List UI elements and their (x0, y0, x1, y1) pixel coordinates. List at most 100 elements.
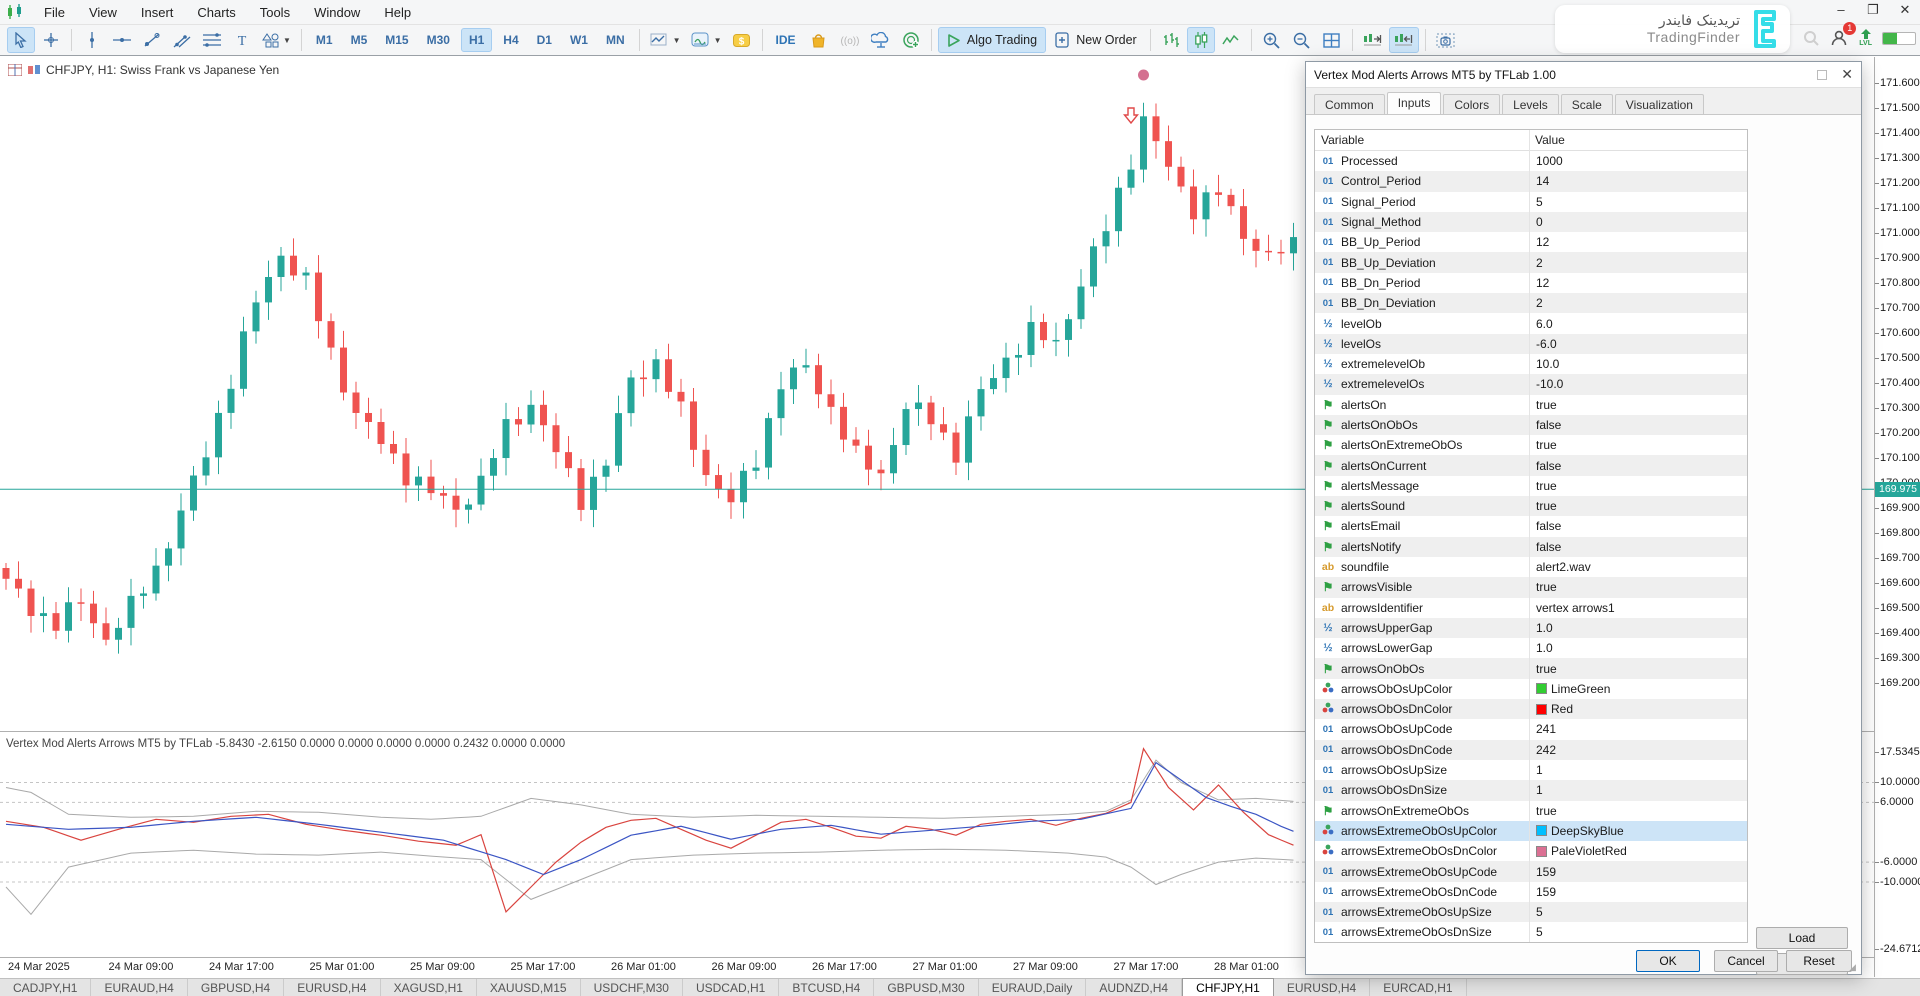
tab-inputs[interactable]: Inputs (1387, 92, 1442, 115)
bar-chart-button[interactable] (1157, 27, 1185, 53)
zoom-out-button[interactable] (1288, 27, 1316, 53)
param-row-Signal_Period[interactable]: 01Signal_Period5 (1315, 192, 1747, 212)
param-row-arrowsObOsUpSize[interactable]: 01arrowsObOsUpSize1 (1315, 760, 1747, 780)
column-header-variable[interactable]: Variable (1315, 130, 1529, 150)
param-row-levelOs[interactable]: ½levelOs-6.0 (1315, 334, 1747, 354)
param-value-cell[interactable]: 12 (1529, 235, 1747, 249)
param-row-arrowsUpperGap[interactable]: ½arrowsUpperGap1.0 (1315, 618, 1747, 638)
param-row-arrowsObOsDnSize[interactable]: 01arrowsObOsDnSize1 (1315, 780, 1747, 800)
param-row-arrowsExtremeObOsUpCode[interactable]: 01arrowsExtremeObOsUpCode159 (1315, 861, 1747, 881)
minimize-button[interactable]: – (1832, 2, 1850, 18)
symbol-tab-xauusd[interactable]: XAUUSD,M15 (477, 979, 581, 996)
param-row-alertsEmail[interactable]: ⚑alertsEmailfalse (1315, 516, 1747, 536)
menu-insert[interactable]: Insert (129, 1, 186, 24)
load-button[interactable]: Load (1756, 927, 1848, 949)
param-value-cell[interactable]: true (1529, 662, 1747, 676)
param-value-cell[interactable]: true (1529, 499, 1747, 513)
param-row-extremelevelOb[interactable]: ½extremelevelOb10.0 (1315, 354, 1747, 374)
param-row-arrowsObOsDnCode[interactable]: 01arrowsObOsDnCode242 (1315, 740, 1747, 760)
resize-grip[interactable]: ◢ (1849, 962, 1859, 972)
param-row-arrowsExtremeObOsDnSize[interactable]: 01arrowsExtremeObOsDnSize5 (1315, 922, 1747, 942)
param-value-cell[interactable]: DeepSkyBlue (1529, 824, 1747, 838)
param-value-cell[interactable]: -10.0 (1529, 377, 1747, 391)
param-row-arrowsVisible[interactable]: ⚑arrowsVisibletrue (1315, 577, 1747, 597)
menu-window[interactable]: Window (302, 1, 372, 24)
param-row-BB_Up_Period[interactable]: 01BB_Up_Period12 (1315, 232, 1747, 252)
reset-button[interactable]: Reset (1786, 950, 1852, 972)
param-value-cell[interactable]: 2 (1529, 296, 1747, 310)
symbol-tab-audnzd[interactable]: AUDNZD,H4 (1086, 979, 1182, 996)
param-value-cell[interactable]: 5 (1529, 925, 1747, 939)
param-row-arrowsExtremeObOsUpColor[interactable]: arrowsExtremeObOsUpColorDeepSkyBlue (1315, 821, 1747, 841)
search-icon[interactable] (1803, 30, 1819, 46)
timeframe-w1[interactable]: W1 (563, 28, 595, 52)
param-row-arrowsObOsUpColor[interactable]: arrowsObOsUpColorLimeGreen (1315, 679, 1747, 699)
news-button[interactable] (897, 27, 925, 53)
param-row-alertsOn[interactable]: ⚑alertsOntrue (1315, 395, 1747, 415)
objects-button[interactable]: ▼ (687, 27, 726, 53)
text-button[interactable]: T (228, 27, 256, 53)
symbol-tab-gbpusd[interactable]: GBPUSD,H4 (188, 979, 284, 996)
channel-button[interactable] (168, 27, 196, 53)
param-row-arrowsExtremeObOsDnCode[interactable]: 01arrowsExtremeObOsDnCode159 (1315, 882, 1747, 902)
cursor-button[interactable] (7, 27, 35, 53)
param-row-alertsNotify[interactable]: ⚑alertsNotifyfalse (1315, 537, 1747, 557)
column-header-value[interactable]: Value (1529, 130, 1571, 150)
param-value-cell[interactable]: true (1529, 804, 1747, 818)
line-chart-button[interactable] (1217, 27, 1245, 53)
vps-button[interactable] (867, 27, 895, 53)
restore-button[interactable]: ❐ (1864, 2, 1882, 18)
symbol-tab-euraud[interactable]: EURAUD,Daily (979, 979, 1087, 996)
ide-button[interactable]: IDE (769, 27, 803, 53)
param-value-cell[interactable]: true (1529, 479, 1747, 493)
account-icon[interactable]: 1 (1829, 28, 1849, 48)
timeframe-m30[interactable]: M30 (420, 28, 457, 52)
param-value-cell[interactable]: 14 (1529, 174, 1747, 188)
param-row-arrowsIdentifier[interactable]: abarrowsIdentifiervertex arrows1 (1315, 598, 1747, 618)
indicators-button[interactable]: ▼ (646, 27, 685, 53)
timeframe-h4[interactable]: H4 (496, 28, 525, 52)
grid-column-separator[interactable] (1529, 130, 1530, 943)
one-click-trading-icon[interactable] (27, 64, 41, 76)
param-value-cell[interactable]: 159 (1529, 865, 1747, 879)
menu-file[interactable]: File (32, 1, 77, 24)
param-row-Control_Period[interactable]: 01Control_Period14 (1315, 171, 1747, 191)
menu-charts[interactable]: Charts (185, 1, 247, 24)
param-value-cell[interactable]: PaleVioletRed (1529, 844, 1747, 858)
param-value-cell[interactable]: false (1529, 418, 1747, 432)
symbol-tab-btcusd[interactable]: BTCUSD,H4 (779, 979, 874, 996)
param-value-cell[interactable]: 12 (1529, 276, 1747, 290)
menu-tools[interactable]: Tools (248, 1, 302, 24)
candles-button[interactable] (1187, 27, 1215, 53)
param-row-alertsOnObOs[interactable]: ⚑alertsOnObOsfalse (1315, 415, 1747, 435)
param-row-extremelevelOs[interactable]: ½extremelevelOs-10.0 (1315, 374, 1747, 394)
symbol-tab-usdchf[interactable]: USDCHF,M30 (581, 979, 683, 996)
symbol-tab-chfjpy[interactable]: CHFJPY,H1 (1182, 978, 1274, 996)
param-value-cell[interactable]: 242 (1529, 743, 1747, 757)
param-value-cell[interactable]: Red (1529, 702, 1747, 716)
param-row-Signal_Method[interactable]: 01Signal_Method0 (1315, 212, 1747, 232)
dialog-title-bar[interactable]: Vertex Mod Alerts Arrows MT5 by TFLab 1.… (1306, 62, 1861, 88)
tile-windows-button[interactable] (1318, 27, 1346, 53)
param-value-cell[interactable]: true (1529, 580, 1747, 594)
new-order-button[interactable]: New Order (1048, 27, 1144, 53)
market-button[interactable] (805, 27, 833, 53)
param-value-cell[interactable]: LimeGreen (1529, 682, 1747, 696)
signals-button[interactable]: ((o)) (835, 27, 865, 53)
fibonacci-button[interactable] (198, 27, 226, 53)
crosshair-button[interactable] (37, 27, 65, 53)
algo-trading-button[interactable]: Algo Trading (938, 27, 1046, 53)
param-value-cell[interactable]: 5 (1529, 195, 1747, 209)
symbol-tab-eurusd[interactable]: EURUSD,H4 (284, 979, 380, 996)
param-value-cell[interactable]: 5 (1529, 905, 1747, 919)
deposit-button[interactable]: $ (728, 27, 756, 53)
chart-shift-button[interactable] (1389, 27, 1419, 53)
cancel-button[interactable]: Cancel (1714, 950, 1778, 972)
param-value-cell[interactable]: 1.0 (1529, 641, 1747, 655)
connection-toggle[interactable] (1882, 32, 1916, 45)
timeframe-mn[interactable]: MN (599, 28, 632, 52)
param-value-cell[interactable]: 1.0 (1529, 621, 1747, 635)
param-row-BB_Dn_Period[interactable]: 01BB_Dn_Period12 (1315, 273, 1747, 293)
symbol-tab-cadjpy[interactable]: CADJPY,H1 (0, 979, 91, 996)
shapes-button[interactable]: ▼ (258, 27, 295, 53)
